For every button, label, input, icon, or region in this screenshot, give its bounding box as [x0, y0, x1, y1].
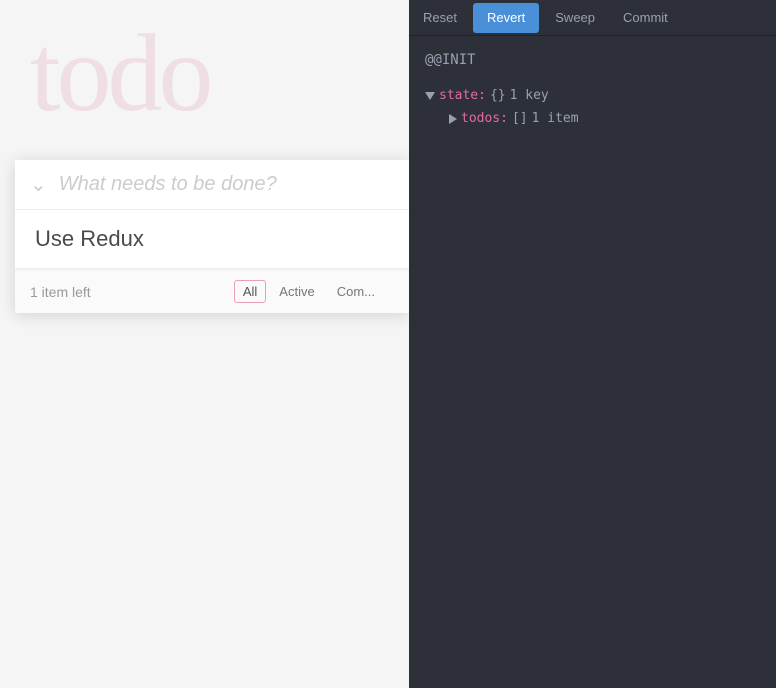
filter-active-button[interactable]: Active [270, 280, 323, 303]
state-key: state: [439, 84, 486, 107]
filter-all-button[interactable]: All [234, 280, 266, 303]
state-meta: 1 key [510, 84, 549, 107]
todo-item: Use Redux [15, 210, 409, 269]
filter-buttons: All Active Com... [234, 280, 384, 303]
chevron-down-icon[interactable]: ⌄ [30, 172, 47, 197]
reset-button[interactable]: Reset [409, 0, 471, 36]
todos-key: todos: [461, 107, 508, 130]
revert-button[interactable]: Revert [473, 3, 539, 33]
init-label: @@INIT [425, 48, 760, 72]
todos-bracket: [] [512, 107, 528, 130]
state-row: state: {} 1 key [425, 84, 760, 107]
todos-meta: 1 item [532, 107, 579, 130]
toolbar: Reset Revert Sweep Commit [409, 0, 776, 36]
sweep-button[interactable]: Sweep [541, 0, 609, 36]
right-panel: Reset Revert Sweep Commit @@INIT state: … [409, 0, 776, 688]
collapse-state-icon[interactable] [425, 92, 435, 100]
commit-button[interactable]: Commit [609, 0, 682, 36]
debug-content: @@INIT state: {} 1 key todos: [] 1 item [409, 36, 776, 688]
input-row: ⌄ What needs to be done? [15, 160, 409, 210]
filter-completed-button[interactable]: Com... [328, 280, 384, 303]
todo-app: ⌄ What needs to be done? Use Redux 1 ite… [15, 160, 409, 313]
footer-row: 1 item left All Active Com... [15, 269, 409, 313]
left-panel: todo ⌄ What needs to be done? Use Redux … [0, 0, 409, 688]
input-placeholder: What needs to be done? [59, 173, 277, 196]
state-bracket: {} [490, 84, 506, 107]
todos-container: todos: [] 1 item [449, 107, 760, 130]
watermark: todo [30, 10, 210, 137]
expand-todos-icon[interactable] [449, 114, 457, 124]
item-count: 1 item left [30, 284, 234, 300]
tree-root: state: {} 1 key todos: [] 1 item [425, 84, 760, 131]
todos-row: todos: [] 1 item [449, 107, 760, 130]
